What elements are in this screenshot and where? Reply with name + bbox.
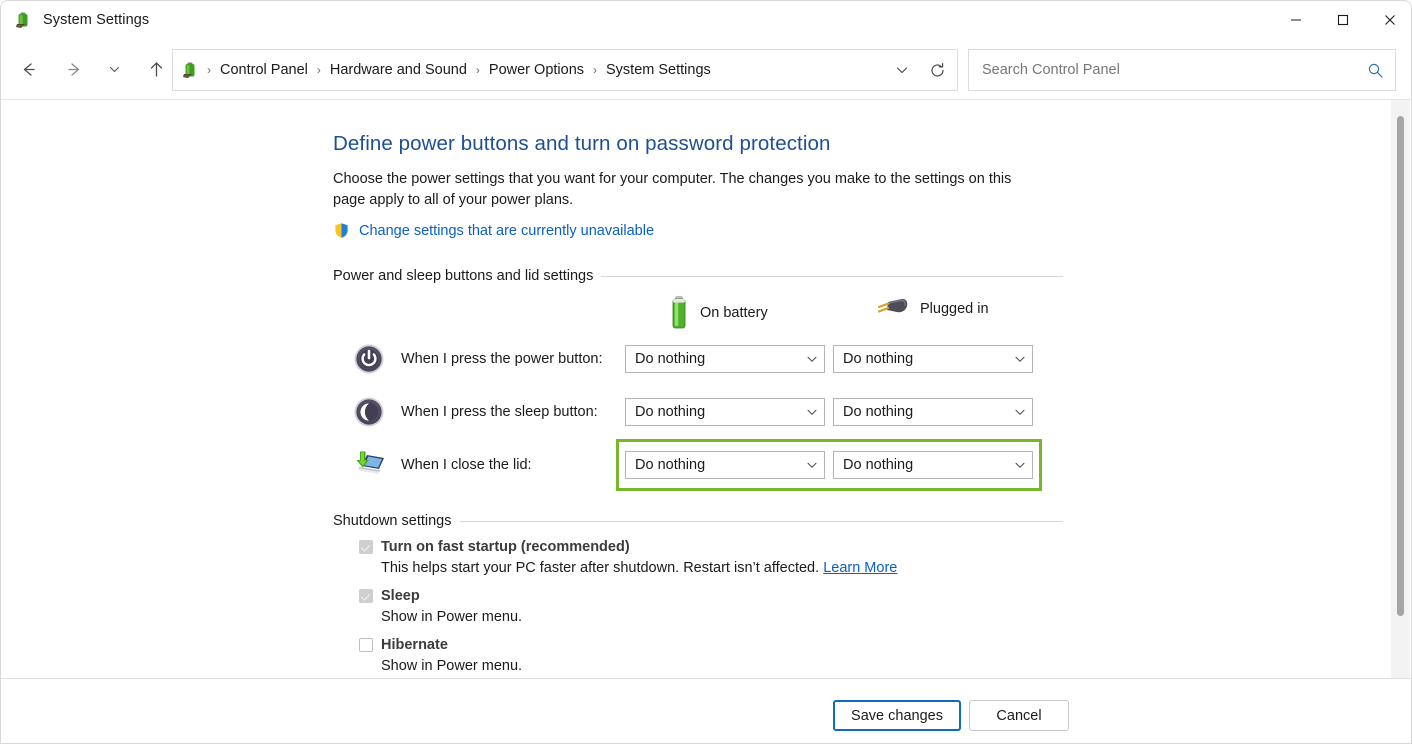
group-divider	[459, 520, 1063, 522]
checkbox-description-fast-startup: This helps start your PC faster after sh…	[381, 558, 1063, 578]
description-text: This helps start your PC faster after sh…	[381, 560, 820, 576]
breadcrumb-item-hardware-and-sound[interactable]: Hardware and Sound	[324, 58, 473, 82]
up-arrow-icon[interactable]	[139, 52, 173, 86]
close-icon[interactable]	[1366, 1, 1411, 39]
checkbox-sleep[interactable]	[359, 589, 373, 603]
checkbox-row[interactable]: Sleep	[333, 588, 1063, 604]
checkbox-item-hibernate: Hibernate Show in Power menu.	[333, 637, 1063, 676]
window-title: System Settings	[43, 12, 150, 28]
battery-icon	[182, 61, 200, 79]
checkbox-description-hibernate: Show in Power menu.	[381, 658, 523, 674]
checkbox-item-fast-startup: Turn on fast startup (recommended) This …	[333, 539, 1063, 578]
vertical-scrollbar[interactable]	[1391, 100, 1410, 678]
breadcrumb-separator: ›	[316, 63, 321, 77]
page-title: Define power buttons and turn on passwor…	[333, 132, 831, 155]
dropdown-power-button-on-battery[interactable]: Do nothing	[625, 344, 825, 373]
setting-label-sleep-button: When I press the sleep button:	[401, 403, 598, 420]
checkbox-row[interactable]: Hibernate	[333, 637, 1063, 653]
dropdown-close-lid-plugged-in[interactable]: Do nothing	[833, 450, 1033, 479]
setting-row-power-button: When I press the power button: Do nothin…	[333, 332, 1063, 385]
address-bar[interactable]: › Control Panel › Hardware and Sound › P…	[172, 49, 958, 91]
search-box[interactable]	[968, 49, 1396, 91]
search-icon[interactable]	[1355, 62, 1395, 79]
learn-more-link[interactable]: Learn More	[823, 560, 897, 576]
breadcrumb-separator: ›	[207, 63, 211, 77]
checkbox-label-fast-startup: Turn on fast startup (recommended)	[381, 539, 630, 555]
laptop-lid-icon	[353, 449, 385, 481]
chevron-down-icon	[800, 353, 824, 365]
footer-bar: Save changes Cancel	[1, 679, 1411, 743]
search-input[interactable]	[980, 61, 1355, 79]
back-arrow-icon[interactable]	[11, 52, 45, 86]
battery-icon	[15, 11, 33, 29]
content-area: Define power buttons and turn on passwor…	[1, 100, 1392, 678]
shutdown-group-header: Shutdown settings	[333, 513, 1063, 529]
title-bar: System Settings	[1, 1, 1411, 39]
checkbox-item-sleep: Sleep Show in Power menu.	[333, 588, 1063, 627]
breadcrumb-item-power-options[interactable]: Power Options	[483, 58, 590, 82]
window-controls	[1272, 1, 1411, 39]
dropdown-value: Do nothing	[635, 350, 706, 367]
shield-icon	[333, 222, 350, 239]
dropdown-value: Do nothing	[843, 403, 914, 420]
breadcrumb: › Control Panel › Hardware and Sound › P…	[204, 58, 887, 82]
cancel-button[interactable]: Cancel	[969, 700, 1069, 731]
scrollbar-thumb[interactable]	[1397, 116, 1404, 616]
breadcrumb-separator: ›	[593, 63, 598, 77]
content-inner: Define power buttons and turn on passwor…	[333, 100, 1063, 676]
sleep-button-icon	[353, 396, 385, 428]
maximize-icon[interactable]	[1319, 1, 1366, 39]
checkbox-label-hibernate: Hibernate	[381, 637, 448, 653]
system-settings-window: System Settings › Control Panel › Hardwa…	[0, 0, 1412, 744]
forward-arrow-icon[interactable]	[57, 52, 91, 86]
checkbox-description-sleep: Show in Power menu.	[381, 609, 523, 625]
page-description: Choose the power settings that you want …	[333, 171, 1012, 208]
power-group-label: Power and sleep buttons and lid settings	[333, 268, 594, 284]
column-header-on-battery: On battery	[668, 296, 768, 330]
recent-locations-chevron-icon[interactable]	[101, 52, 127, 86]
save-changes-button[interactable]: Save changes	[833, 700, 961, 731]
power-button-icon	[353, 343, 385, 375]
setting-label-power-button: When I press the power button:	[401, 350, 603, 367]
column-header-on-battery-label: On battery	[700, 305, 768, 321]
change-settings-link[interactable]: Change settings that are currently unava…	[333, 222, 654, 239]
breadcrumb-item-control-panel[interactable]: Control Panel	[214, 58, 314, 82]
dropdown-sleep-button-plugged-in[interactable]: Do nothing	[833, 397, 1033, 426]
breadcrumb-item-system-settings[interactable]: System Settings	[600, 58, 717, 82]
chevron-down-icon	[800, 459, 824, 471]
setting-row-close-lid: When I close the lid: Do nothing Do noth…	[333, 438, 1063, 491]
checkbox-row[interactable]: Turn on fast startup (recommended)	[333, 539, 1063, 555]
power-plug-icon	[876, 296, 910, 322]
chevron-down-icon	[1008, 459, 1032, 471]
column-header-plugged-in-label: Plugged in	[920, 301, 989, 317]
chevron-down-icon	[1008, 406, 1032, 418]
dropdown-close-lid-on-battery[interactable]: Do nothing	[625, 450, 825, 479]
refresh-icon[interactable]	[917, 62, 957, 79]
column-header-plugged-in: Plugged in	[876, 296, 989, 322]
dropdown-value: Do nothing	[843, 350, 914, 367]
chevron-down-icon[interactable]	[887, 63, 917, 77]
dropdown-sleep-button-on-battery[interactable]: Do nothing	[625, 397, 825, 426]
dropdown-power-button-plugged-in[interactable]: Do nothing	[833, 344, 1033, 373]
setting-row-sleep-button: When I press the sleep button: Do nothin…	[333, 385, 1063, 438]
checkbox-label-sleep: Sleep	[381, 588, 420, 604]
minimize-icon[interactable]	[1272, 1, 1319, 39]
dropdown-value: Do nothing	[843, 456, 914, 473]
shutdown-group-label: Shutdown settings	[333, 513, 452, 529]
change-settings-link-label: Change settings that are currently unava…	[359, 222, 655, 239]
group-divider	[601, 275, 1063, 277]
checkbox-hibernate[interactable]	[359, 638, 373, 652]
checkbox-fast-startup[interactable]	[359, 540, 373, 554]
screen: System Settings › Control Panel › Hardwa…	[0, 0, 1412, 744]
chevron-down-icon	[1008, 353, 1032, 365]
dropdown-value: Do nothing	[635, 456, 706, 473]
battery-icon	[668, 296, 690, 330]
breadcrumb-separator: ›	[475, 63, 480, 77]
power-group-header: Power and sleep buttons and lid settings	[333, 268, 1063, 284]
setting-label-close-lid: When I close the lid:	[401, 456, 532, 473]
dropdown-value: Do nothing	[635, 403, 706, 420]
chevron-down-icon	[800, 406, 824, 418]
column-headers: On battery Plugged in	[333, 288, 1063, 332]
